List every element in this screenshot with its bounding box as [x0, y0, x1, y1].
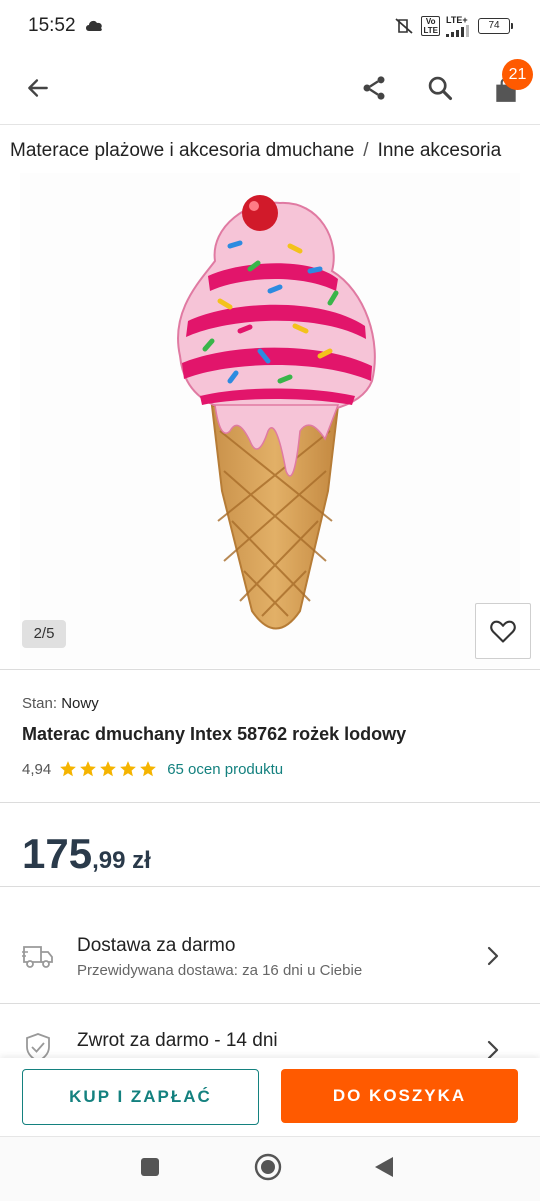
product-title: Materac dmuchany Intex 58762 rożek lodow…: [22, 724, 407, 744]
battery-icon: 74: [478, 18, 513, 34]
star-icon: [120, 761, 137, 777]
returns-row[interactable]: Zwrot za darmo - 14 dni: [0, 1004, 540, 1058]
mute-icon: [395, 18, 414, 34]
favorite-button[interactable]: [475, 603, 531, 659]
breadcrumb-item-category[interactable]: Materace plażowe i akcesoria dmuchane: [10, 140, 354, 161]
app-bar: 21: [0, 52, 540, 125]
condition-label: Stan:: [22, 695, 58, 712]
status-icons: Vo LTE LTE+ 74: [393, 14, 513, 38]
rating-value: 4,94: [22, 760, 52, 778]
rating-stars: [59, 760, 157, 778]
back-icon: [375, 1157, 393, 1177]
buy-now-button[interactable]: KUP I ZAPŁAĆ: [22, 1069, 259, 1125]
divider: [0, 802, 540, 803]
recents-button[interactable]: [130, 1147, 170, 1187]
home-button[interactable]: [248, 1147, 288, 1187]
star-icon: [60, 761, 77, 777]
search-button[interactable]: [420, 68, 460, 108]
chevron-right-icon: [487, 946, 499, 966]
rating-row[interactable]: 4,94 65 ocen produktu: [22, 758, 283, 780]
reviews-link[interactable]: 65 ocen produktu: [167, 761, 283, 778]
product-gallery[interactable]: 2/5: [0, 173, 540, 668]
breadcrumb-item-subcategory[interactable]: Inne akcesoria: [378, 140, 502, 161]
system-back-button[interactable]: [364, 1147, 404, 1187]
share-icon: [363, 76, 385, 100]
shield-check-icon: [26, 1033, 50, 1058]
ice-cream-float-image: [177, 195, 376, 630]
system-navigation-bar: [0, 1136, 540, 1201]
breadcrumb: Materace plażowe i akcesoria dmuchane / In…: [10, 140, 540, 162]
returns-title: Zwrot za darmo - 14 dni: [77, 1030, 278, 1051]
condition-value: Nowy: [61, 695, 99, 712]
product-condition: Stan: Nowy: [22, 695, 99, 712]
star-icon: [80, 761, 97, 777]
status-time: 15:52: [28, 15, 76, 36]
delivery-title: Dostawa za darmo: [77, 935, 236, 956]
price-integer: 175: [22, 830, 93, 877]
chevron-right-icon: [487, 1040, 499, 1058]
search-icon: [428, 76, 453, 101]
signal-icon: [446, 25, 469, 37]
heart-icon: [490, 620, 516, 643]
status-bar: 15:52 Vo LTE LTE+ 74: [0, 0, 540, 52]
divider: [0, 669, 540, 670]
product-price: 175,99 zł: [22, 830, 151, 878]
back-arrow-icon: [28, 79, 48, 97]
delivery-subtitle: Przewidywana dostawa: za 16 dni u Ciebie: [77, 962, 363, 979]
delivery-row[interactable]: Dostawa za darmo Przewidywana dostawa: z…: [0, 910, 540, 1002]
home-icon: [254, 1153, 282, 1181]
truck-icon: [22, 946, 53, 968]
divider: [0, 886, 540, 887]
back-button[interactable]: [18, 68, 58, 108]
volte-indicator: Vo LTE: [421, 16, 440, 36]
price-fraction: ,99 zł: [92, 847, 151, 874]
share-button[interactable]: [354, 68, 394, 108]
cart-count-badge: 21: [502, 59, 533, 90]
recents-icon: [141, 1158, 159, 1176]
cloud-icon: [86, 20, 102, 31]
add-to-cart-button[interactable]: DO KOSZYKA: [281, 1069, 518, 1123]
breadcrumb-separator: /: [363, 140, 369, 161]
lte-signal: LTE+: [446, 15, 472, 37]
star-icon: [100, 761, 117, 777]
star-icon: [140, 761, 157, 777]
gallery-counter: 2/5: [22, 620, 66, 648]
